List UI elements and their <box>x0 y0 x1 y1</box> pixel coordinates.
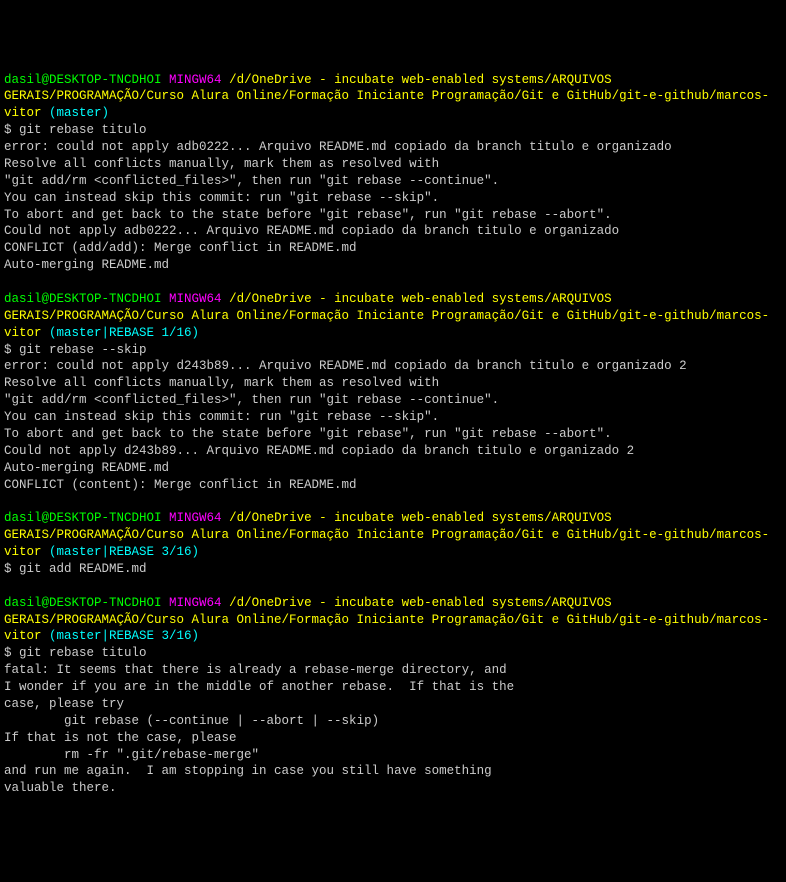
prompt-line-4: dasil@DESKTOP-TNCDHOI MINGW64 /d/OneDriv… <box>4 595 782 646</box>
output-line: To abort and get back to the state befor… <box>4 426 782 443</box>
prompt-line-3: dasil@DESKTOP-TNCDHOI MINGW64 /d/OneDriv… <box>4 510 782 561</box>
prompt-mingw: MINGW64 <box>169 292 222 306</box>
output-line: You can instead skip this commit: run "g… <box>4 409 782 426</box>
prompt-branch: (master|REBASE 3/16) <box>49 545 199 559</box>
output-line: Could not apply adb0222... Arquivo READM… <box>4 223 782 240</box>
terminal-window[interactable]: dasil@DESKTOP-TNCDHOI MINGW64 /d/OneDriv… <box>4 72 782 798</box>
command-line: $ git add README.md <box>4 561 782 578</box>
prompt-branch: (master|REBASE 3/16) <box>49 629 199 643</box>
output-line: Auto-merging README.md <box>4 460 782 477</box>
output-line: and run me again. I am stopping in case … <box>4 763 782 780</box>
blank-line <box>4 493 782 510</box>
output-line: "git add/rm <conflicted_files>", then ru… <box>4 173 782 190</box>
output-line: error: could not apply d243b89... Arquiv… <box>4 358 782 375</box>
prompt-line-1: dasil@DESKTOP-TNCDHOI MINGW64 /d/OneDriv… <box>4 72 782 123</box>
output-line: To abort and get back to the state befor… <box>4 207 782 224</box>
output-line: CONFLICT (add/add): Merge conflict in RE… <box>4 240 782 257</box>
output-line: Resolve all conflicts manually, mark the… <box>4 375 782 392</box>
output-line: case, please try <box>4 696 782 713</box>
output-line: You can instead skip this commit: run "g… <box>4 190 782 207</box>
prompt-mingw: MINGW64 <box>169 511 222 525</box>
output-line: rm -fr ".git/rebase-merge" <box>4 747 782 764</box>
prompt-user: dasil@DESKTOP-TNCDHOI <box>4 511 162 525</box>
output-line: Could not apply d243b89... Arquivo READM… <box>4 443 782 460</box>
prompt-line-2: dasil@DESKTOP-TNCDHOI MINGW64 /d/OneDriv… <box>4 291 782 342</box>
output-line: valuable there. <box>4 780 782 797</box>
output-line: CONFLICT (content): Merge conflict in RE… <box>4 477 782 494</box>
prompt-user: dasil@DESKTOP-TNCDHOI <box>4 292 162 306</box>
blank-line <box>4 578 782 595</box>
blank-line <box>4 274 782 291</box>
output-line: Resolve all conflicts manually, mark the… <box>4 156 782 173</box>
output-line: If that is not the case, please <box>4 730 782 747</box>
output-line: Auto-merging README.md <box>4 257 782 274</box>
output-line: error: could not apply adb0222... Arquiv… <box>4 139 782 156</box>
prompt-mingw: MINGW64 <box>169 596 222 610</box>
command-line: $ git rebase titulo <box>4 645 782 662</box>
prompt-branch: (master|REBASE 1/16) <box>49 326 199 340</box>
prompt-mingw: MINGW64 <box>169 73 222 87</box>
command-line: $ git rebase --skip <box>4 342 782 359</box>
prompt-user: dasil@DESKTOP-TNCDHOI <box>4 73 162 87</box>
command-line: $ git rebase titulo <box>4 122 782 139</box>
prompt-user: dasil@DESKTOP-TNCDHOI <box>4 596 162 610</box>
output-line: git rebase (--continue | --abort | --ski… <box>4 713 782 730</box>
output-line: "git add/rm <conflicted_files>", then ru… <box>4 392 782 409</box>
output-line: fatal: It seems that there is already a … <box>4 662 782 679</box>
prompt-branch: (master) <box>49 106 109 120</box>
output-line: I wonder if you are in the middle of ano… <box>4 679 782 696</box>
